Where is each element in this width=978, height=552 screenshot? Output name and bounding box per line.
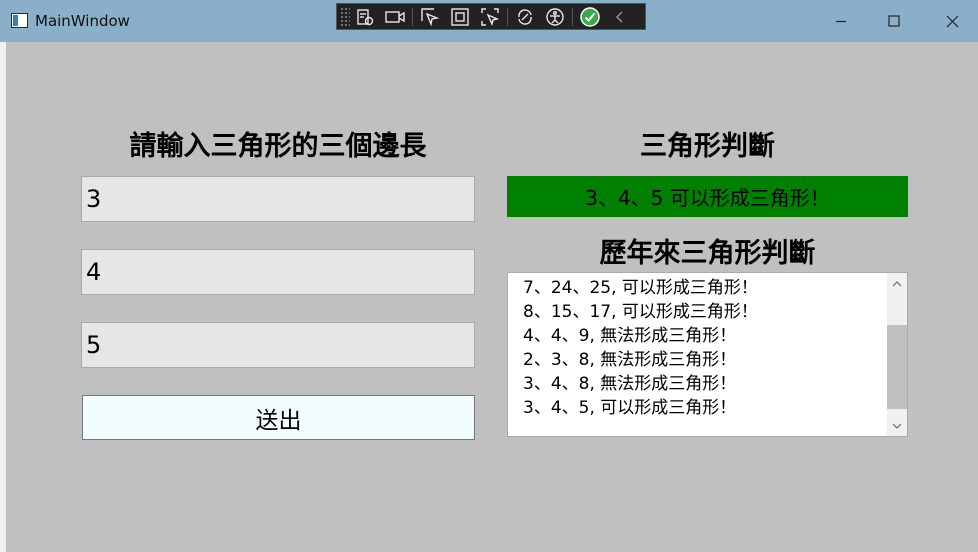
binding-status-button[interactable] (575, 4, 605, 29)
list-item[interactable]: 2、3、8, 無法形成三角形！ (523, 348, 887, 372)
list-item[interactable]: 4、4、9, 無法形成三角形！ (523, 324, 887, 348)
scroll-down-button[interactable] (887, 417, 907, 435)
accessibility-button[interactable] (540, 4, 570, 29)
track-focus-button[interactable] (475, 4, 505, 29)
list-item[interactable]: 3、4、8, 無法形成三角形！ (523, 372, 887, 396)
submit-button[interactable]: 送出 (82, 395, 475, 440)
accessibility-icon (546, 7, 564, 26)
display-layout-adorners-icon (451, 7, 469, 26)
collapse-chevron-icon (616, 11, 623, 22)
side-a-input[interactable] (81, 176, 475, 222)
toolbar-separator (412, 7, 413, 26)
select-element-icon (421, 7, 440, 26)
side-c-input[interactable] (81, 322, 475, 368)
input-heading: 請輸入三角形的三個邊長 (129, 131, 427, 162)
live-visual-tree-button[interactable] (350, 4, 380, 29)
history-heading: 歷年來三角形判斷 (599, 238, 816, 269)
select-element-button[interactable] (415, 4, 445, 29)
record-icon (385, 10, 405, 23)
layout-adorners-button[interactable] (445, 4, 475, 29)
track-focus-icon (481, 7, 500, 26)
debug-toolbar (336, 3, 646, 30)
close-icon (946, 15, 958, 27)
list-item[interactable]: 8、15、17, 可以形成三角形！ (523, 300, 887, 324)
record-button[interactable] (380, 4, 410, 29)
collapse-toolbar-button[interactable] (605, 4, 635, 29)
scrollbar-thumb[interactable] (887, 325, 907, 409)
toolbar-separator (572, 7, 573, 26)
minimize-icon (836, 20, 846, 23)
hot-reload-icon (518, 8, 532, 25)
toolbar-separator (507, 7, 508, 26)
window-title: MainWindow (35, 12, 130, 30)
close-button[interactable] (929, 3, 975, 39)
history-list: 7、24、25, 可以形成三角形！ 8、15、17, 可以形成三角形！ 4、4、… (508, 273, 887, 420)
maximize-icon (888, 15, 900, 27)
chevron-down-icon (892, 423, 902, 429)
maximize-button[interactable] (871, 3, 917, 39)
binding-ok-icon (580, 6, 600, 27)
chevron-up-icon (892, 281, 902, 287)
live-visual-tree-icon (357, 8, 374, 25)
app-window-icon (11, 13, 28, 28)
result-heading: 三角形判斷 (640, 131, 775, 162)
list-item[interactable]: 3、4、5, 可以形成三角形！ (523, 396, 887, 420)
list-item[interactable]: 7、24、25, 可以形成三角形！ (523, 276, 887, 300)
minimize-button[interactable] (818, 3, 864, 39)
toolbar-grip[interactable] (340, 6, 350, 27)
window-left-edge (0, 42, 6, 552)
scroll-up-button[interactable] (887, 275, 907, 293)
history-listbox[interactable]: 7、24、25, 可以形成三角形！ 8、15、17, 可以形成三角形！ 4、4、… (507, 272, 908, 437)
hot-reload-button[interactable] (510, 4, 540, 29)
vertical-scrollbar[interactable] (887, 273, 907, 436)
result-label: 3、4、5 可以形成三角形！ (507, 176, 908, 217)
side-b-input[interactable] (81, 249, 475, 295)
